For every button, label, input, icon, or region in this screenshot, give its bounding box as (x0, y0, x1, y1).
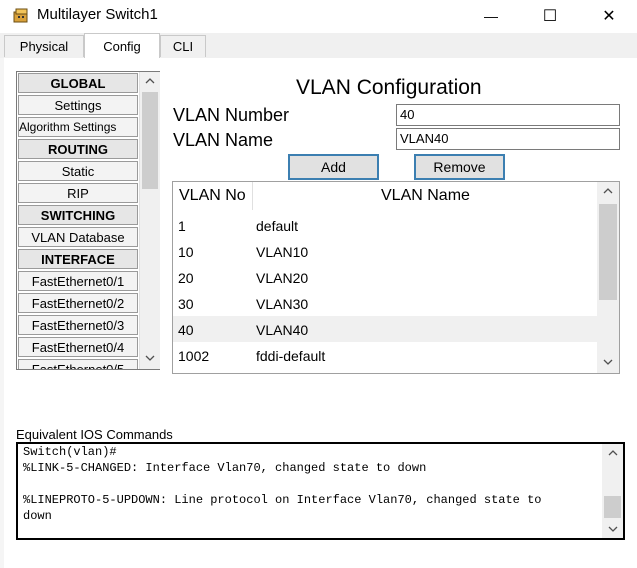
table-row[interactable]: 1 default (173, 212, 598, 238)
console-line: %LINK-5-CHANGED: Interface Vlan70, chang… (23, 461, 427, 475)
ios-scroll-thumb[interactable] (604, 496, 621, 518)
nav-item-fastethernet0-4[interactable]: FastEthernet0/4 (18, 337, 138, 357)
maximize-button[interactable]: ☐ (527, 0, 573, 32)
ios-scrollbar[interactable] (602, 444, 623, 538)
vlan-table: VLAN No VLAN Name 1 default 10 VLAN10 20… (172, 181, 620, 374)
vlan-no-cell: 40 (178, 322, 194, 338)
vlan-name-cell: VLAN40 (256, 322, 309, 338)
header-divider (252, 182, 253, 210)
column-header-vlan-no[interactable]: VLAN No (179, 182, 246, 210)
tab-physical[interactable]: Physical (4, 35, 84, 57)
tab-cli[interactable]: CLI (160, 35, 206, 57)
nav-item-algorithm-settings[interactable]: Algorithm Settings (18, 117, 138, 137)
table-row[interactable]: 1002 fddi-default (173, 342, 598, 368)
table-row-selected[interactable]: 40 VLAN40 (173, 316, 598, 342)
table-scrollbar[interactable] (597, 182, 619, 373)
vlan-no-cell: 20 (178, 270, 194, 286)
column-header-vlan-name[interactable]: VLAN Name (381, 182, 470, 210)
ios-commands-console[interactable]: Switch(vlan)# %LINK-5-CHANGED: Interface… (16, 442, 625, 540)
vlan-number-field[interactable]: 40 (396, 104, 620, 126)
switch-app-icon (12, 7, 30, 25)
chevron-up-icon[interactable] (602, 444, 623, 462)
table-scroll-thumb[interactable] (599, 204, 617, 300)
remove-button[interactable]: Remove (414, 154, 505, 180)
vlan-name-cell: fddi-default (256, 348, 326, 364)
nav-header-routing[interactable]: ROUTING (18, 139, 138, 159)
chevron-up-icon[interactable] (597, 182, 619, 200)
vlan-number-label: VLAN Number (173, 105, 290, 125)
chevron-down-icon[interactable] (602, 520, 623, 538)
tab-config[interactable]: Config (84, 33, 160, 58)
console-line: %LINEPROTO-5-UPDOWN: Line protocol on In… (23, 493, 542, 507)
chevron-down-icon[interactable] (140, 349, 160, 367)
vlan-no-cell: 1002 (178, 348, 210, 364)
nav-item-static[interactable]: Static (18, 161, 138, 181)
nav-item-fastethernet0-5[interactable]: FastEthernet0/5 (18, 359, 138, 369)
nav-item-vlan-database[interactable]: VLAN Database (18, 227, 138, 247)
ios-commands-label: Equivalent IOS Commands (16, 427, 173, 442)
chevron-up-icon[interactable] (140, 72, 160, 90)
vlan-no-cell: 1 (178, 218, 186, 234)
section-title: VLAN Configuration (296, 76, 482, 99)
nav-header-switching[interactable]: SWITCHING (18, 205, 138, 225)
console-line: down (23, 509, 52, 523)
nav-item-rip[interactable]: RIP (18, 183, 138, 203)
vlan-no-cell: 30 (178, 296, 194, 312)
chevron-down-icon[interactable] (597, 353, 619, 371)
window-title: Multilayer Switch1 (37, 6, 158, 23)
vlan-name-cell: VLAN20 (256, 270, 309, 286)
nav-item-settings[interactable]: Settings (18, 95, 138, 115)
nav-header-interface[interactable]: INTERFACE (18, 249, 138, 269)
table-row[interactable]: 10 VLAN10 (173, 238, 598, 264)
vlan-name-field[interactable]: VLAN40 (396, 128, 620, 150)
close-button[interactable]: ✕ (586, 0, 632, 32)
table-row[interactable]: 30 VLAN30 (173, 290, 598, 316)
nav-item-fastethernet0-3[interactable]: FastEthernet0/3 (18, 315, 138, 335)
table-row[interactable]: 20 VLAN20 (173, 264, 598, 290)
vlan-name-cell: VLAN30 (256, 296, 309, 312)
vlan-no-cell: 10 (178, 244, 194, 260)
add-button[interactable]: Add (288, 154, 379, 180)
nav-item-fastethernet0-2[interactable]: FastEthernet0/2 (18, 293, 138, 313)
vlan-name-cell: default (256, 218, 299, 234)
vlan-name-cell: VLAN10 (256, 244, 309, 260)
left-edge (0, 58, 4, 568)
console-line: Switch(vlan)# (23, 445, 117, 459)
minimize-button[interactable]: — (468, 0, 514, 32)
nav-scrollbar[interactable] (139, 72, 160, 369)
nav-scroll-thumb[interactable] (142, 92, 158, 189)
nav-header-global[interactable]: GLOBAL (18, 73, 138, 93)
nav-item-fastethernet0-1[interactable]: FastEthernet0/1 (18, 271, 138, 291)
vlan-name-label: VLAN Name (173, 130, 274, 150)
